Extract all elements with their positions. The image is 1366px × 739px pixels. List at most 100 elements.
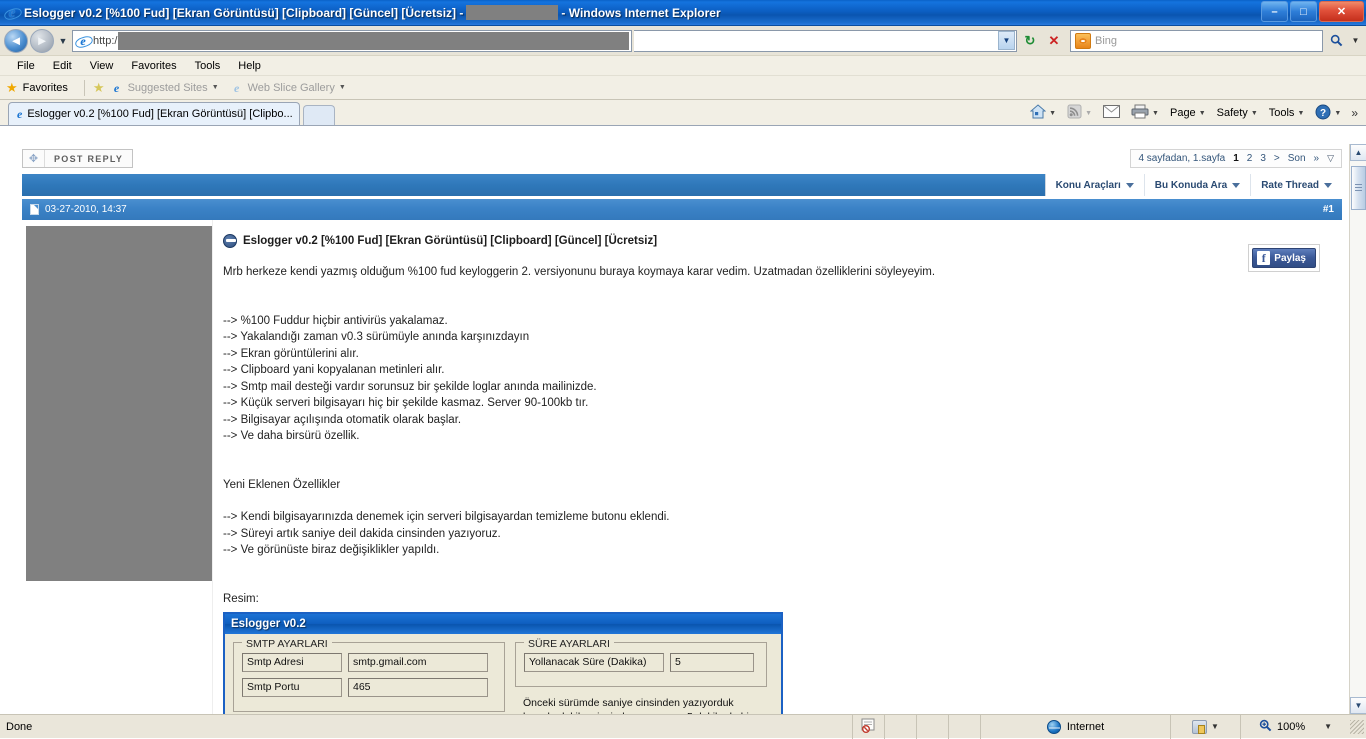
thread-tools-button[interactable]: Konu Araçları [1046, 174, 1145, 196]
search-options-caret-icon[interactable]: ▼ [1349, 36, 1362, 45]
rate-thread-button[interactable]: Rate Thread [1251, 174, 1342, 196]
feature-line: --> Smtp mail desteği vardır sorunsuz bi… [223, 379, 1342, 396]
page-link-1[interactable]: 1 [1233, 153, 1239, 164]
chevron-down-icon[interactable]: ▼ [1211, 722, 1219, 731]
menu-tools[interactable]: Tools [186, 58, 230, 74]
stop-icon[interactable]: ✕ [1043, 30, 1065, 52]
command-bar: ▼ ▼ ▼ Page ▼ Safety ▼ Tools [1025, 100, 1366, 126]
navigation-bar: ◄ ► ▼ e http:/ ▼ ↻ ✕ Bing ▼ [0, 26, 1366, 56]
duration-settings-group: SÜRE AYARLARI Yollanacak Süre (Dakika) 5 [515, 642, 767, 687]
embedded-app-screenshot: Eslogger v0.2 SMTP AYARLARI Smtp Adresi … [223, 612, 783, 714]
post-reply-button[interactable]: ✥ POST REPLY [22, 149, 133, 168]
tab-active[interactable]: e Eslogger v0.2 [%100 Fud] [Ekran Görünt… [8, 102, 300, 125]
history-dropdown-icon[interactable]: ▼ [56, 29, 70, 53]
chevron-down-icon[interactable]: ▼ [1297, 110, 1304, 117]
safety-menu-button[interactable]: Safety ▼ [1212, 105, 1263, 121]
page-link-3[interactable]: 3 [1260, 153, 1266, 164]
pagination-caret-icon[interactable]: ▽ [1327, 153, 1334, 164]
menu-file[interactable]: File [8, 58, 44, 74]
feature-line: --> Bilgisayar açılışında otomatik olara… [223, 412, 1342, 429]
web-slice-gallery-button[interactable]: e Web Slice Gallery ▼ [230, 81, 346, 95]
search-thread-label: Bu Konuda Ara [1155, 180, 1227, 191]
feature-line: --> Küçük serveri bilgisayarı hiç bir şe… [223, 395, 1342, 412]
duration-group-legend: SÜRE AYARLARI [524, 636, 614, 653]
add-favorite-icon[interactable]: ★ [93, 80, 105, 96]
menu-view[interactable]: View [81, 58, 123, 74]
thread-toolbar: Konu Araçları Bu Konuda Ara Rate Thread [22, 174, 1342, 196]
command-bar-overflow-icon[interactable]: » [1347, 106, 1362, 120]
last-page-arrow-icon[interactable]: » [1314, 153, 1320, 164]
page-link-2[interactable]: 2 [1247, 153, 1253, 164]
scroll-up-button[interactable]: ▲ [1350, 144, 1366, 161]
protected-mode-cell[interactable]: ▼ [1170, 715, 1240, 739]
zoom-level-cell[interactable]: 100% ▼ [1240, 715, 1350, 739]
suggested-sites-button[interactable]: e Suggested Sites ▼ [110, 81, 219, 95]
facebook-share-widget[interactable]: f Paylaş [1248, 244, 1320, 272]
minimize-button[interactable]: – [1261, 1, 1288, 22]
maximize-button[interactable]: □ [1290, 1, 1317, 22]
post-content-column: f Paylaş Eslogger v0.2 [%100 Fud] [Ekran… [212, 220, 1342, 714]
scrollbar-track[interactable] [1350, 161, 1366, 697]
status-cell-1 [884, 715, 916, 739]
help-menu-button[interactable]: ? ▼ [1310, 102, 1346, 125]
status-error-cell[interactable] [852, 715, 884, 739]
read-mail-button[interactable] [1098, 103, 1125, 123]
scrollbar-thumb[interactable] [1351, 166, 1366, 210]
post-number[interactable]: #1 [1323, 204, 1334, 215]
zoom-icon [1259, 719, 1272, 735]
chevron-down-icon[interactable]: ▼ [1049, 110, 1056, 117]
favorites-button[interactable]: Favorites [23, 82, 68, 94]
reply-arrows-icon: ✥ [23, 150, 45, 167]
scroll-down-button[interactable]: ▼ [1350, 697, 1366, 714]
security-zone-cell[interactable]: Internet [980, 715, 1170, 739]
last-page-link[interactable]: Son [1288, 153, 1306, 164]
refresh-icon[interactable]: ↻ [1019, 30, 1041, 52]
menu-help[interactable]: Help [229, 58, 270, 74]
home-icon [1030, 104, 1046, 122]
chevron-down-icon[interactable]: ▼ [1199, 110, 1206, 117]
feature-line: --> Ve daha birsürü özellik. [223, 428, 1342, 445]
duration-input[interactable]: 5 [670, 653, 754, 672]
chevron-down-icon[interactable]: ▼ [998, 31, 1015, 50]
close-button[interactable]: ✕ [1319, 1, 1364, 22]
menu-edit[interactable]: Edit [44, 58, 81, 74]
menu-favorites[interactable]: Favorites [122, 58, 185, 74]
chevron-down-icon[interactable]: ▼ [1251, 110, 1258, 117]
chevron-down-icon[interactable]: ▼ [212, 84, 219, 91]
tools-menu-button[interactable]: Tools ▼ [1264, 105, 1310, 121]
back-button[interactable]: ◄ [4, 29, 28, 53]
chevron-down-icon[interactable]: ▼ [1152, 110, 1159, 117]
new-feature-line: --> Süreyi artık saniye deil dakida cins… [223, 526, 1342, 543]
forward-button[interactable]: ► [30, 29, 54, 53]
search-thread-button[interactable]: Bu Konuda Ara [1145, 174, 1251, 196]
next-page-link[interactable]: > [1274, 153, 1280, 164]
search-box[interactable]: Bing [1070, 30, 1323, 52]
page-menu-button[interactable]: Page ▼ [1165, 105, 1211, 121]
chevron-down-icon[interactable]: ▼ [1334, 110, 1341, 117]
address-bar[interactable]: e http:/ [72, 30, 632, 52]
address-dropdown-area[interactable]: ▼ [634, 30, 1017, 52]
search-input[interactable]: Bing [1095, 35, 1322, 47]
security-zone-label: Internet [1067, 721, 1104, 733]
lock-icon [1192, 720, 1207, 734]
chevron-down-icon[interactable]: ▼ [1324, 722, 1332, 731]
duration-row: Yollanacak Süre (Dakika) 5 [524, 653, 758, 672]
internet-explorer-icon: e [4, 5, 20, 21]
new-tab-button[interactable] [303, 105, 335, 125]
resize-grip[interactable] [1350, 720, 1364, 734]
home-button[interactable]: ▼ [1025, 102, 1061, 124]
page-favicon-icon: e [75, 33, 91, 49]
svg-text:?: ? [1320, 108, 1326, 119]
chevron-down-icon[interactable]: ▼ [339, 84, 346, 91]
feeds-button[interactable]: ▼ [1062, 102, 1097, 124]
globe-icon [1047, 720, 1061, 734]
post-title: Eslogger v0.2 [%100 Fud] [Ekran Görüntüs… [213, 234, 1342, 248]
vertical-scrollbar[interactable]: ▲ ▼ [1349, 144, 1366, 714]
safety-menu-label: Safety [1217, 107, 1248, 119]
smtp-address-input[interactable]: smtp.gmail.com [348, 653, 488, 672]
search-icon[interactable] [1325, 30, 1347, 52]
status-cell-3 [948, 715, 980, 739]
print-button[interactable]: ▼ [1126, 102, 1164, 124]
internet-explorer-small-icon: e [110, 81, 124, 95]
smtp-port-input[interactable]: 465 [348, 678, 488, 697]
